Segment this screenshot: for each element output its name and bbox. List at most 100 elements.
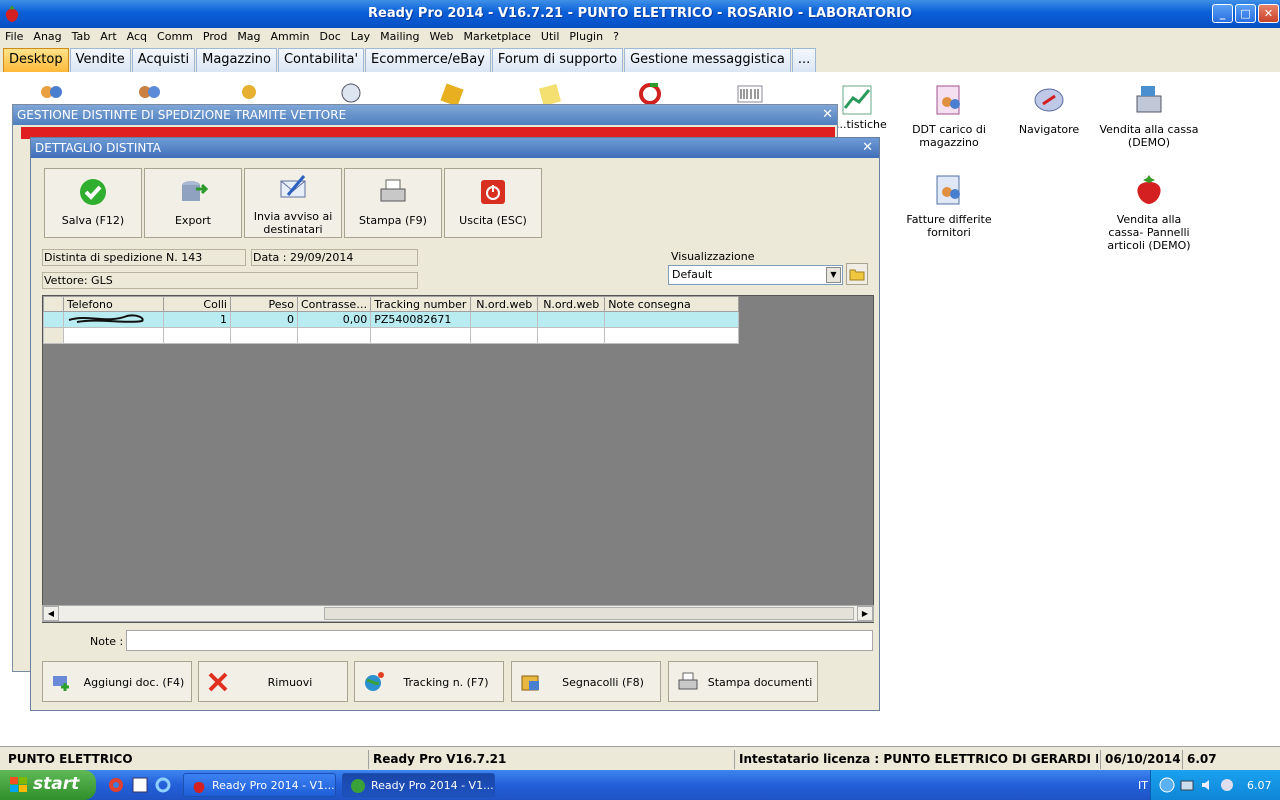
menu-mag[interactable]: Mag xyxy=(232,28,265,43)
navigatore-shortcut[interactable]: Navigatore xyxy=(999,84,1099,136)
close-icon[interactable]: ✕ xyxy=(862,140,873,155)
refresh-icon[interactable] xyxy=(635,80,665,104)
vendita-pannelli-shortcut[interactable]: Vendita alla cassa- Pannelli articoli (D… xyxy=(1099,174,1199,252)
invoice-people-icon xyxy=(936,175,960,205)
cell-telefono[interactable] xyxy=(63,311,164,328)
col-contrassegno[interactable]: Contrasse… xyxy=(296,296,372,312)
app-icon[interactable] xyxy=(132,777,148,793)
tab-desktop[interactable]: Desktop xyxy=(3,48,69,72)
col-peso[interactable]: Peso xyxy=(230,296,298,312)
redacted-scribble-icon xyxy=(68,314,144,323)
clock-icon[interactable] xyxy=(337,82,365,104)
cell-tracking[interactable]: PZ540082671 xyxy=(370,311,472,328)
cell-peso[interactable]: 0 xyxy=(230,311,298,328)
status-bar: PUNTO ELETTRICO Ready Pro V16.7.21 Intes… xyxy=(0,746,1280,770)
menu-file[interactable]: File xyxy=(0,28,28,43)
scroll-thumb[interactable] xyxy=(324,607,854,620)
start-button[interactable]: start xyxy=(0,770,96,800)
col-note-consegna[interactable]: Note consegna xyxy=(604,296,740,312)
note-input[interactable] xyxy=(126,630,873,651)
vendita-cassa-shortcut[interactable]: Vendita alla cassa (DEMO) xyxy=(1099,84,1199,149)
close-button[interactable]: ✕ xyxy=(1258,4,1279,23)
menu-comm[interactable]: Comm xyxy=(152,28,198,43)
scroll-left-icon[interactable]: ◀ xyxy=(43,606,59,621)
menu-tab[interactable]: Tab xyxy=(67,28,96,43)
envelope-pen-icon xyxy=(280,175,306,198)
print-button[interactable]: Stampa (F9) xyxy=(344,168,442,238)
col-ord-web-2[interactable]: N.ord.web xyxy=(537,296,606,312)
cell-colli[interactable]: 1 xyxy=(163,311,231,328)
language-indicator[interactable]: IT xyxy=(1138,779,1148,792)
horizontal-scrollbar[interactable]: ◀ ▶ xyxy=(42,605,874,622)
menu-ammin[interactable]: Ammin xyxy=(266,28,315,43)
internet-explorer-icon[interactable] xyxy=(155,777,171,793)
tab-more[interactable]: ... xyxy=(791,48,817,72)
scroll-right-icon[interactable]: ▶ xyxy=(857,606,873,621)
exit-button[interactable]: Uscita (ESC) xyxy=(444,168,542,238)
print-documents-button[interactable]: Stampa documenti xyxy=(668,661,818,702)
speaker-icon[interactable] xyxy=(1199,777,1215,793)
col-colli[interactable]: Colli xyxy=(163,296,231,312)
taskbar-item-readypro-2[interactable]: Ready Pro 2014 - V1... xyxy=(342,773,495,797)
database-export-icon xyxy=(182,181,209,201)
maximize-button[interactable]: □ xyxy=(1235,4,1256,23)
folder-button[interactable] xyxy=(846,263,868,285)
chevron-down-icon[interactable]: ▼ xyxy=(826,267,841,283)
save-button[interactable]: Salva (F12) xyxy=(44,168,142,238)
tracking-button[interactable]: Tracking n. (F7) xyxy=(354,661,504,702)
chrome-icon[interactable] xyxy=(108,777,124,793)
menu-help[interactable]: ? xyxy=(608,28,624,43)
tab-contabilita[interactable]: Contabilita' xyxy=(277,48,365,72)
people-icon[interactable] xyxy=(135,84,163,104)
book-icon[interactable] xyxy=(437,82,465,104)
worker-icon[interactable] xyxy=(235,84,263,104)
menu-web[interactable]: Web xyxy=(425,28,459,43)
shipment-table: Telefono Colli Peso Contrasse… Tracking … xyxy=(43,296,740,344)
tray-arrow-icon[interactable] xyxy=(1159,777,1175,793)
tab-vendite[interactable]: Vendite xyxy=(69,48,131,72)
power-icon xyxy=(481,180,505,204)
send-notice-button[interactable]: Invia avviso ai destinatari xyxy=(244,168,342,238)
note-icon[interactable] xyxy=(535,82,563,104)
ddt-carico-shortcut[interactable]: DDT carico di magazzino xyxy=(899,84,999,149)
close-icon[interactable]: ✕ xyxy=(822,107,833,122)
menu-marketplace[interactable]: Marketplace xyxy=(459,28,536,43)
cell-ord-web-1[interactable] xyxy=(470,311,539,328)
menu-prod[interactable]: Prod xyxy=(198,28,232,43)
menu-util[interactable]: Util xyxy=(536,28,564,43)
security-icon[interactable] xyxy=(1219,777,1235,793)
menu-art[interactable]: Art xyxy=(95,28,121,43)
barcode-icon[interactable] xyxy=(736,82,764,104)
tab-ecommerce[interactable]: Ecommerce/eBay xyxy=(365,48,491,72)
tab-magazzino[interactable]: Magazzino xyxy=(196,48,277,72)
menu-doc[interactable]: Doc xyxy=(315,28,346,43)
tab-acquisti[interactable]: Acquisti xyxy=(131,48,196,72)
menu-lay[interactable]: Lay xyxy=(346,28,375,43)
users-icon[interactable] xyxy=(38,84,64,104)
cell-contrassegno[interactable]: 0,00 xyxy=(296,311,372,328)
table-row[interactable] xyxy=(43,327,740,344)
view-select[interactable]: Default ▼ xyxy=(668,265,843,285)
taskbar-item-readypro-1[interactable]: Ready Pro 2014 - V1... xyxy=(183,773,336,797)
remove-button[interactable]: Rimuovi xyxy=(198,661,348,702)
tab-forum[interactable]: Forum di supporto xyxy=(491,48,624,72)
menu-acq[interactable]: Acq xyxy=(122,28,152,43)
tab-messaggistica[interactable]: Gestione messaggistica xyxy=(624,48,791,72)
menu-mailing[interactable]: Mailing xyxy=(375,28,424,43)
network-icon[interactable] xyxy=(1179,777,1195,793)
menu-anag[interactable]: Anag xyxy=(28,28,66,43)
segnacolli-button[interactable]: Segnacolli (F8) xyxy=(511,661,661,702)
status-company: PUNTO ELETTRICO xyxy=(8,752,133,766)
table-row[interactable]: 1 0 0,00 PZ540082671 xyxy=(43,311,740,328)
status-time: 6.07 xyxy=(1182,750,1221,769)
cell-ord-web-2[interactable] xyxy=(537,311,606,328)
fatture-differite-shortcut[interactable]: Fatture differite fornitori xyxy=(899,174,999,239)
col-telefono[interactable]: Telefono xyxy=(63,296,164,312)
col-ord-web-1[interactable]: N.ord.web xyxy=(470,296,539,312)
export-button[interactable]: Export xyxy=(144,168,242,238)
minimize-button[interactable]: _ xyxy=(1212,4,1233,23)
add-document-button[interactable]: Aggiungi doc. (F4) xyxy=(42,661,192,702)
menu-plugin[interactable]: Plugin xyxy=(564,28,608,43)
cell-note[interactable] xyxy=(604,311,740,328)
col-tracking[interactable]: Tracking number xyxy=(370,296,472,312)
